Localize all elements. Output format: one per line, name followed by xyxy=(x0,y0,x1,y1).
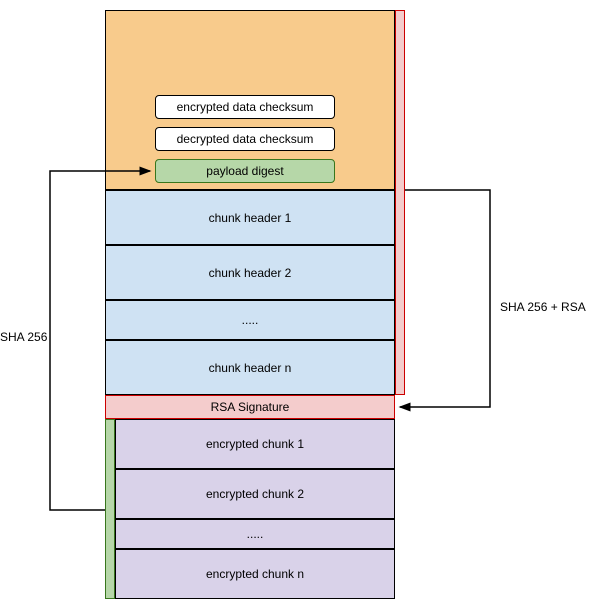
sha256-rsa-label: SHA 256 + RSA xyxy=(500,300,586,314)
encrypted-chunk-dots: ..... xyxy=(115,519,395,549)
chunk-header-2: chunk header 2 xyxy=(105,245,395,300)
encrypted-chunk-n: encrypted chunk n xyxy=(115,549,395,599)
encrypted-chunk-1: encrypted chunk 1 xyxy=(115,419,395,469)
rsa-signature-label: RSA Signature xyxy=(211,400,290,414)
chunk-header-n: chunk header n xyxy=(105,340,395,395)
sha256-rsa-arrow-path xyxy=(400,190,490,407)
sha-bracket-left xyxy=(105,419,115,599)
rsa-bracket-right xyxy=(395,10,405,395)
rsa-signature-row: RSA Signature xyxy=(105,395,395,419)
encrypted-chunk-2-label: encrypted chunk 2 xyxy=(206,487,304,501)
decrypted-data-checksum-box: decrypted data checksum xyxy=(155,127,335,151)
encrypted-chunk-n-label: encrypted chunk n xyxy=(206,567,304,581)
chunk-header-2-label: chunk header 2 xyxy=(209,266,292,280)
chunk-header-dots: ..... xyxy=(105,300,395,340)
encrypted-data-checksum-label: encrypted data checksum xyxy=(177,100,314,114)
chunk-header-n-label: chunk header n xyxy=(209,361,292,375)
payload-digest-label: payload digest xyxy=(206,164,283,178)
sha256-label: SHA 256 xyxy=(0,330,47,344)
sha256-text: SHA 256 xyxy=(0,330,47,344)
encrypted-chunk-1-label: encrypted chunk 1 xyxy=(206,437,304,451)
chunk-header-1-label: chunk header 1 xyxy=(209,211,292,225)
encrypted-data-checksum-box: encrypted data checksum xyxy=(155,95,335,119)
encrypted-chunk-dots-label: ..... xyxy=(247,527,264,541)
payload-digest-box: payload digest xyxy=(155,159,335,183)
chunk-header-dots-label: ..... xyxy=(242,313,259,327)
decrypted-data-checksum-label: decrypted data checksum xyxy=(177,132,314,146)
encrypted-chunk-2: encrypted chunk 2 xyxy=(115,469,395,519)
sha256-rsa-text: SHA 256 + RSA xyxy=(500,300,586,314)
chunk-header-1: chunk header 1 xyxy=(105,190,395,245)
